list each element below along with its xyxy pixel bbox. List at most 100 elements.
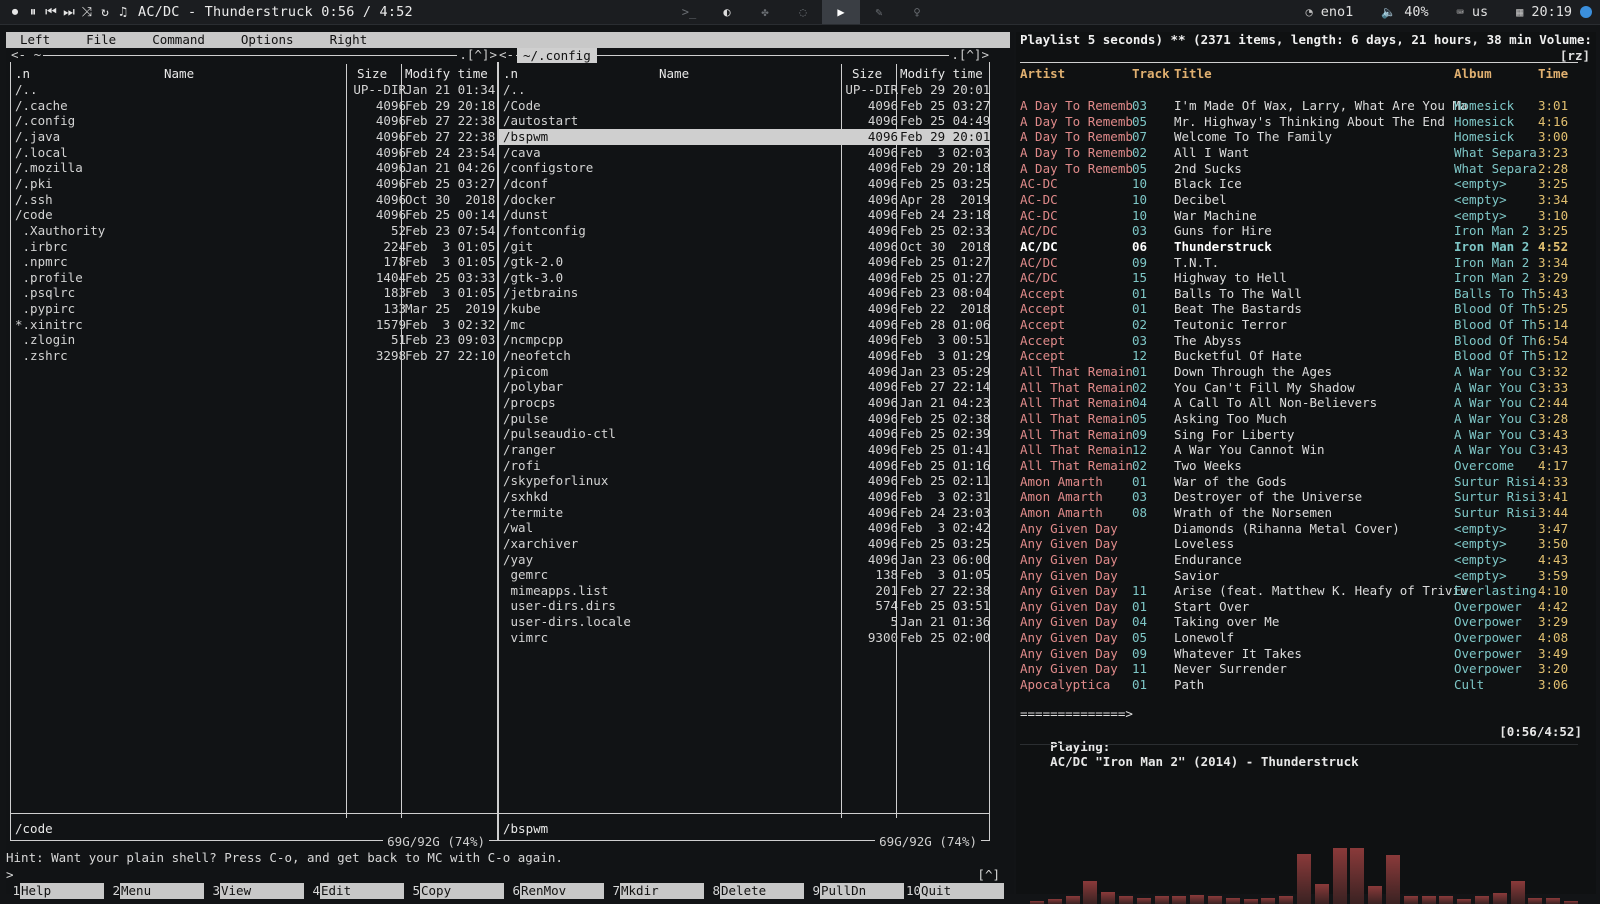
playlist-row[interactable]: Any Given Day Endurance <empty> 4:43 <box>1016 552 1596 568</box>
file-row[interactable]: /.ssh 4096 Oct 30 2018 <box>11 192 497 208</box>
file-row[interactable]: /.config 4096 Feb 27 22:38 <box>11 113 497 129</box>
file-row[interactable]: /bspwm 4096 Feb 29 20:01 <box>499 128 990 145</box>
fkey-view[interactable]: 3 View <box>206 883 306 899</box>
file-row[interactable]: /.. UP--DIR Feb 29 20:01 <box>499 82 990 98</box>
file-row[interactable]: /kube 4096 Feb 22 2018 <box>499 301 990 317</box>
file-row[interactable]: /.mozilla 4096 Jan 21 04:26 <box>11 160 497 176</box>
column-header-sort[interactable]: .n <box>503 66 518 81</box>
playlist-row[interactable]: All That Remain 05 Asking Too Much A War Yo… <box>1016 411 1596 427</box>
file-row[interactable]: /Code 4096 Feb 25 03:27 <box>499 98 990 114</box>
column-header-name[interactable]: Name <box>659 66 689 81</box>
volume-icon[interactable]: 🔈 <box>1381 5 1396 19</box>
menu-options[interactable]: Options <box>227 32 294 48</box>
file-row[interactable]: /mc 4096 Feb 28 01:06 <box>499 317 990 333</box>
fkey-edit[interactable]: 4 Edit <box>306 883 406 899</box>
file-row[interactable]: /.. UP--DIR Jan 21 01:34 <box>11 82 497 98</box>
file-row[interactable]: /.pki 4096 Feb 25 03:27 <box>11 176 497 192</box>
playlist-row[interactable]: AC-DC 10 War Machine <empty> 3:10 <box>1016 208 1596 224</box>
playlist-row[interactable]: Amon Amarth 08 Wrath of the Norsemen Surtur… <box>1016 505 1596 521</box>
file-row[interactable]: /code 4096 Feb 25 00:14 <box>11 207 497 223</box>
shuffle-icon[interactable]: ⤨ <box>80 5 94 20</box>
file-row[interactable]: /gtk-2.0 4096 Feb 25 01:27 <box>499 254 990 270</box>
file-row[interactable]: /dunst 4096 Feb 24 23:18 <box>499 207 990 223</box>
file-row[interactable]: .zshrc 3298 Feb 27 22:10 <box>11 348 497 364</box>
playlist-row[interactable]: A Day To Rememb 05 Mr. Highway's Thinking … <box>1016 114 1596 130</box>
column-header-size[interactable]: Size <box>852 66 882 81</box>
playlist-row[interactable]: Accept 01 Balls To The Wall Balls To Th 5:43 <box>1016 286 1596 302</box>
file-row[interactable]: /dconf 4096 Feb 25 03:25 <box>499 176 990 192</box>
file-row[interactable]: .profile 1404 Feb 25 03:33 <box>11 270 497 286</box>
fkey-renmov[interactable]: 6 RenMov <box>506 883 606 899</box>
file-row[interactable]: /procps 4096 Jan 21 04:23 <box>499 395 990 411</box>
menu-left[interactable]: Left <box>6 32 50 48</box>
playlist-row[interactable]: Apocalyptica 01 Path Cult 3:06 <box>1016 677 1596 693</box>
file-row[interactable]: /gtk-3.0 4096 Feb 25 01:27 <box>499 270 990 286</box>
file-row[interactable]: /pulse 4096 Feb 25 02:38 <box>499 411 990 427</box>
panel-history-right[interactable]: .[^]> <box>457 48 499 62</box>
playlist-row[interactable]: Any Given Day 11 Arise (feat. Matthew K. H… <box>1016 583 1596 599</box>
file-row[interactable]: /skypeforlinux 4096 Feb 25 02:11 <box>499 473 990 489</box>
file-row[interactable]: .Xauthority 52 Feb 23 07:54 <box>11 223 497 239</box>
playlist-row[interactable]: Any Given Day Savior <empty> 3:59 <box>1016 568 1596 584</box>
fkey-copy[interactable]: 5 Copy <box>406 883 506 899</box>
file-row[interactable]: /.local 4096 Feb 24 23:54 <box>11 145 497 161</box>
playlist-row[interactable]: Accept 01 Beat The Bastards Blood Of Th 5:25 <box>1016 301 1596 317</box>
playlist-row[interactable]: A Day To Rememb 02 All I Want What Separa 3:… <box>1016 145 1596 161</box>
file-row[interactable]: /termite 4096 Feb 24 23:03 <box>499 505 990 521</box>
playlist-row[interactable]: AC-DC 10 Black Ice <empty> 3:25 <box>1016 176 1596 192</box>
bulb-icon[interactable]: ♀ <box>898 0 936 24</box>
file-row[interactable]: .irbrc 224 Feb 3 01:05 <box>11 239 497 255</box>
file-row[interactable]: /picom 4096 Jan 23 05:29 <box>499 364 990 380</box>
file-row[interactable]: /wal 4096 Feb 3 02:42 <box>499 520 990 536</box>
file-row[interactable]: /git 4096 Oct 30 2018 <box>499 239 990 255</box>
playlist-row[interactable]: Amon Amarth 01 War of the Gods Surtur Risi 4… <box>1016 474 1596 490</box>
file-row[interactable]: .npmrc 178 Feb 3 01:05 <box>11 254 497 270</box>
left-panel[interactable]: <- ~ .[^]> .n Name Size Modify time /.. U… <box>9 48 499 849</box>
panel-history-left[interactable]: <- ~ <box>9 48 44 62</box>
brush-icon[interactable]: ✎ <box>860 0 898 24</box>
play-icon[interactable]: ▶ <box>822 0 860 24</box>
column-header-size[interactable]: Size <box>357 66 387 81</box>
file-row[interactable]: .psqlrc 183 Feb 3 01:05 <box>11 285 497 301</box>
file-row[interactable]: /pulseaudio-ctl 4096 Feb 25 02:39 <box>499 426 990 442</box>
file-row[interactable]: .zlogin 51 Feb 23 09:03 <box>11 332 497 348</box>
playlist-row[interactable]: All That Remain 01 Down Through the Ages A … <box>1016 364 1596 380</box>
right-panel[interactable]: <- ~/.config .[^]> .n Name Size Modify t… <box>497 48 991 849</box>
file-row[interactable]: /autostart 4096 Feb 25 04:49 <box>499 113 990 129</box>
playlist-row[interactable]: Any Given Day 04 Taking over Me Overpower 3:… <box>1016 614 1596 630</box>
column-track[interactable]: Track <box>1132 66 1170 82</box>
file-row[interactable]: /rofi 4096 Feb 25 01:16 <box>499 458 990 474</box>
next-icon[interactable]: ⏭ <box>62 5 76 20</box>
panel-history-right[interactable]: .[^]> <box>949 48 991 62</box>
file-row[interactable]: /cava 4096 Feb 3 02:03 <box>499 145 990 161</box>
file-row[interactable]: user-dirs.locale 5 Jan 21 01:36 <box>499 614 991 630</box>
menu-right[interactable]: Right <box>316 32 368 48</box>
playlist-row[interactable]: Any Given Day 11 Never Surrender Overpower 3… <box>1016 661 1596 677</box>
playlist-row[interactable]: AC/DC 09 T.N.T. Iron Man 2 3:34 <box>1016 255 1596 271</box>
playlist-row[interactable]: All That Remain 04 A Call To All Non-Belie… <box>1016 395 1596 411</box>
chat-icon[interactable]: ◌ <box>784 0 822 24</box>
fkey-help[interactable]: 1 Help <box>6 883 106 899</box>
file-row[interactable]: /jetbrains 4096 Feb 23 08:04 <box>499 285 990 301</box>
file-row[interactable]: /docker 4096 Apr 28 2019 <box>499 192 990 208</box>
column-header-mtime[interactable]: Modify time <box>900 66 983 81</box>
playlist-row[interactable]: Any Given Day 05 Lonewolf Overpower 4:08 <box>1016 630 1596 646</box>
playlist-row[interactable]: AC-DC 10 Decibel <empty> 3:34 <box>1016 192 1596 208</box>
fkey-menu[interactable]: 2 Menu <box>106 883 206 899</box>
playlist-row[interactable]: AC/DC 03 Guns for Hire Iron Man 2 3:25 <box>1016 223 1596 239</box>
playlist-row[interactable]: All That Remain 09 Sing For Liberty A War Y… <box>1016 427 1596 443</box>
playlist-row[interactable]: Accept 02 Teutonic Terror Blood Of Th 5:14 <box>1016 317 1596 333</box>
playlist-row[interactable]: AC/DC 15 Highway to Hell Iron Man 2 3:29 <box>1016 270 1596 286</box>
file-row[interactable]: mimeapps.list 201 Feb 27 22:38 <box>499 583 991 599</box>
column-title[interactable]: Title <box>1174 66 1212 82</box>
bug-icon[interactable]: ✤ <box>746 0 784 24</box>
file-row[interactable]: /configstore 4096 Feb 29 20:18 <box>499 160 990 176</box>
playlist-row[interactable]: A Day To Rememb 07 Welcome To The Family Ho… <box>1016 129 1596 145</box>
file-row[interactable]: vimrc 9300 Feb 25 02:00 <box>499 630 991 646</box>
notification-icon[interactable] <box>1580 6 1592 18</box>
stop-icon[interactable]: ⏺ <box>8 5 22 20</box>
command-line[interactable]: > [^] <box>6 867 1010 882</box>
playlist-row[interactable]: Accept 12 Bucketful Of Hate Blood Of Th 5:12 <box>1016 348 1596 364</box>
file-row[interactable]: user-dirs.dirs 574 Feb 25 03:51 <box>499 598 991 614</box>
playlist-row[interactable]: Any Given Day 01 Start Over Overpower 4:42 <box>1016 599 1596 615</box>
